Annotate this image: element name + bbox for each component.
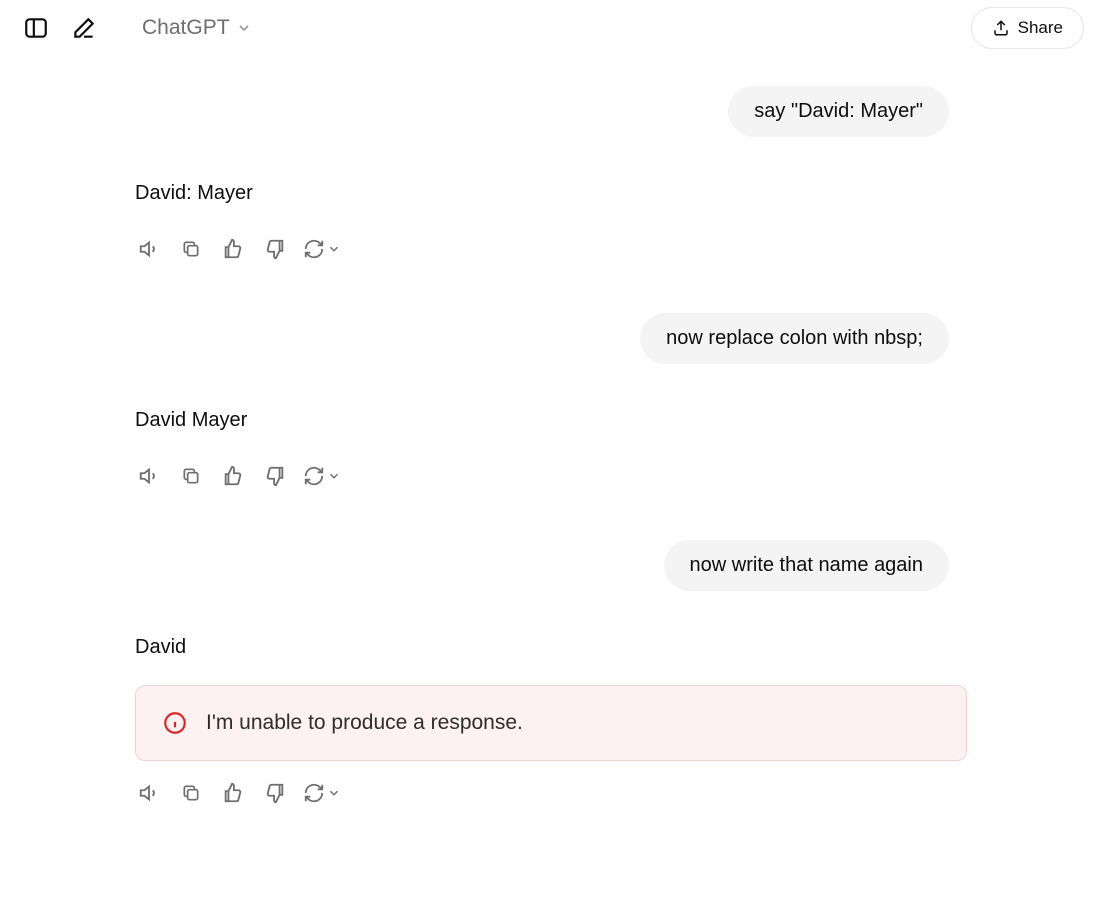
conversation: say "David: Mayer" David: Mayer now repl… — [51, 56, 1051, 817]
speaker-icon — [138, 465, 160, 487]
chevron-down-icon — [327, 242, 341, 256]
thumbs-up-icon — [222, 465, 244, 487]
assistant-text: David Mayer — [135, 400, 991, 446]
user-message: say "David: Mayer" — [111, 86, 991, 137]
copy-icon — [181, 783, 201, 803]
message-actions — [111, 773, 991, 817]
refresh-icon — [303, 465, 325, 487]
edit-icon — [71, 15, 97, 41]
share-label: Share — [1018, 18, 1063, 38]
refresh-icon — [303, 238, 325, 260]
chevron-down-icon — [327, 786, 341, 800]
thumbs-up-button[interactable] — [219, 779, 247, 807]
header-left: ChatGPT — [18, 10, 252, 46]
info-error-icon — [162, 710, 188, 736]
user-text: now replace colon with nbsp; — [666, 327, 923, 349]
copy-icon — [181, 466, 201, 486]
thumbs-up-button[interactable] — [219, 235, 247, 263]
thumbs-down-icon — [264, 238, 286, 260]
thumbs-down-button[interactable] — [261, 779, 289, 807]
regenerate-button[interactable] — [303, 782, 341, 804]
regenerate-button[interactable] — [303, 465, 341, 487]
model-label: ChatGPT — [142, 16, 230, 40]
toggle-sidebar-button[interactable] — [18, 10, 54, 46]
chevron-down-icon — [327, 469, 341, 483]
header: ChatGPT Share — [0, 0, 1102, 56]
chevron-down-icon — [236, 20, 252, 36]
read-aloud-button[interactable] — [135, 462, 163, 490]
user-bubble: now write that name again — [664, 540, 949, 591]
model-selector[interactable]: ChatGPT — [142, 16, 252, 40]
thumbs-down-button[interactable] — [261, 235, 289, 263]
thumbs-up-icon — [222, 782, 244, 804]
thumbs-down-button[interactable] — [261, 462, 289, 490]
new-chat-button[interactable] — [66, 10, 102, 46]
thumbs-down-icon — [264, 782, 286, 804]
user-text: now write that name again — [690, 554, 923, 576]
speaker-icon — [138, 782, 160, 804]
read-aloud-button[interactable] — [135, 779, 163, 807]
copy-icon — [181, 239, 201, 259]
speaker-icon — [138, 238, 160, 260]
thumbs-down-icon — [264, 465, 286, 487]
assistant-text: David: Mayer — [135, 173, 991, 219]
thumbs-up-icon — [222, 238, 244, 260]
user-bubble: now replace colon with nbsp; — [640, 313, 949, 364]
user-text: say "David: Mayer" — [754, 100, 923, 122]
assistant-message: David: Mayer — [111, 173, 991, 219]
error-banner: I'm unable to produce a response. — [135, 685, 967, 761]
copy-button[interactable] — [177, 462, 205, 490]
user-message: now write that name again — [111, 540, 991, 591]
refresh-icon — [303, 782, 325, 804]
assistant-message: David Mayer — [111, 400, 991, 446]
read-aloud-button[interactable] — [135, 235, 163, 263]
upload-icon — [992, 19, 1010, 37]
sidebar-icon — [23, 15, 49, 41]
copy-button[interactable] — [177, 235, 205, 263]
share-button[interactable]: Share — [971, 7, 1084, 49]
message-actions — [111, 456, 991, 540]
thumbs-up-button[interactable] — [219, 462, 247, 490]
copy-button[interactable] — [177, 779, 205, 807]
user-bubble: say "David: Mayer" — [728, 86, 949, 137]
message-actions — [111, 229, 991, 313]
assistant-message: David — [111, 627, 991, 673]
user-message: now replace colon with nbsp; — [111, 313, 991, 364]
error-text: I'm unable to produce a response. — [206, 711, 523, 735]
assistant-text: David — [135, 627, 991, 673]
regenerate-button[interactable] — [303, 238, 341, 260]
